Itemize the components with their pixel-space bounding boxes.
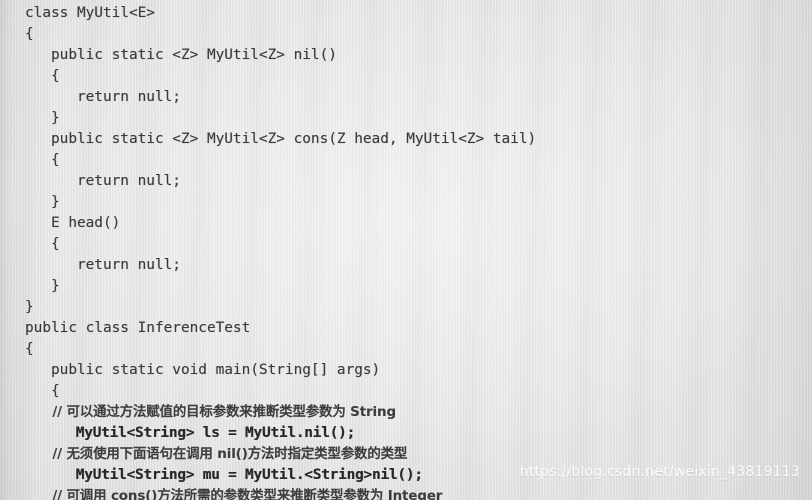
code-line: { [25,341,34,357]
code-line: // 无须使用下面语句在调用 nil()方法时指定类型参数的类型 [25,447,408,462]
scanned-code-page: class MyUtil<E> { public static <Z> MyUti… [0,0,812,500]
code-line: class MyUtil<E> [25,5,155,21]
code-line: public static <Z> MyUtil<Z> nil() [25,47,337,63]
code-line: MyUtil<String> ls = MyUtil.nil(); [25,425,356,441]
code-line: return null; [25,89,181,105]
code-line: } [25,299,34,315]
code-line: } [25,278,60,294]
code-line: E head() [25,215,121,231]
code-line: { [25,152,60,168]
code-line: { [25,68,60,84]
code-line: public static void main(String[] args) [25,362,381,378]
code-line: public static <Z> MyUtil<Z> cons(Z head,… [25,131,537,147]
code-line: { [25,383,60,399]
code-line: // 可以通过方法赋值的目标参数来推断类型参数为 String [25,405,396,420]
code-line: return null; [25,257,181,273]
code-line: MyUtil<String> mu = MyUtil.<String>nil()… [25,467,423,483]
code-line: // 可调用 cons()方法所需的参数类型来推断类型参数为 Integer [25,489,443,500]
code-line: { [25,236,60,252]
code-line: public class InferenceTest [25,320,251,336]
code-line: } [25,194,60,210]
code-line: { [25,26,34,42]
code-listing: class MyUtil<E> { public static <Z> MyUti… [0,0,812,500]
code-line: } [25,110,60,126]
code-line: return null; [25,173,181,189]
